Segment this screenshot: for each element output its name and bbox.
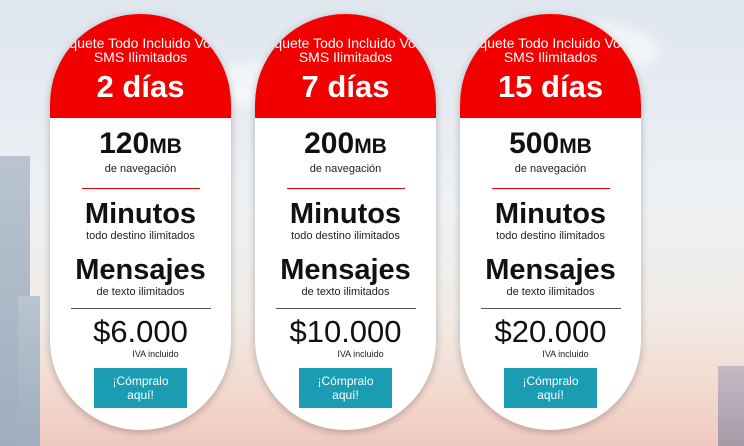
divider [491, 188, 610, 189]
divider [480, 308, 621, 309]
data-amount: 200 [304, 127, 355, 160]
tax-note: IVA incluido [337, 349, 384, 359]
messages-caption: de texto ilimitados [506, 286, 595, 298]
plan-duration: 7 días [301, 69, 390, 104]
plan-card-15-days: Paquete Todo Incluido Voz y SMS Ilimitad… [460, 14, 641, 430]
data-amount: 500 [509, 127, 560, 160]
buy-button[interactable]: ¡Cómpralo aquí! [504, 368, 597, 408]
messages-title: Mensajes [75, 254, 206, 286]
package-label: Paquete Todo Incluido Voz y SMS Ilimitad… [462, 35, 639, 65]
messages-caption: de texto ilimitados [96, 286, 185, 298]
plan-price: $10.000 [289, 314, 402, 349]
minutes-title: Minutos [84, 198, 197, 230]
tax-note: IVA incluido [542, 349, 589, 359]
messages-caption: de texto ilimitados [301, 286, 390, 298]
minutes-caption: todo destino ilimitados [291, 230, 400, 242]
data-caption: de navegación [309, 163, 382, 175]
background-building [18, 296, 40, 446]
data-unit: MB [149, 135, 182, 158]
data-caption: de navegación [104, 163, 177, 175]
data-caption: de navegación [514, 163, 587, 175]
minutes-title: Minutos [494, 198, 607, 230]
messages-title: Mensajes [485, 254, 616, 286]
data-allowance: 120MB [50, 128, 231, 163]
plan-duration: 15 días [497, 69, 604, 104]
data-allowance: 500MB [460, 128, 641, 163]
data-amount: 120 [99, 127, 150, 160]
messages-title: Mensajes [280, 254, 411, 286]
plan-price: $6.000 [93, 314, 188, 349]
minutes-title: Minutos [289, 198, 402, 230]
data-unit: MB [354, 135, 387, 158]
plan-card-2-days: Paquete Todo Incluido Voz y SMS Ilimitad… [50, 14, 231, 430]
divider [81, 188, 200, 189]
divider [286, 188, 405, 189]
buy-button[interactable]: ¡Cómpralo aquí! [94, 368, 187, 408]
background-building [718, 366, 744, 446]
divider [70, 308, 211, 309]
package-label: Paquete Todo Incluido Voz y SMS Ilimitad… [52, 35, 229, 65]
data-allowance: 200MB [255, 128, 436, 163]
package-label: Paquete Todo Incluido Voz y SMS Ilimitad… [257, 35, 434, 65]
minutes-caption: todo destino ilimitados [86, 230, 195, 242]
plan-header: Paquete Todo Incluido Voz y SMS Ilimitad… [50, 14, 231, 118]
plan-price: $20.000 [494, 314, 607, 349]
plan-card-7-days: Paquete Todo Incluido Voz y SMS Ilimitad… [255, 14, 436, 430]
tax-note: IVA incluido [132, 349, 179, 359]
plan-duration: 2 días [96, 69, 185, 104]
divider [275, 308, 416, 309]
minutes-caption: todo destino ilimitados [496, 230, 605, 242]
data-unit: MB [559, 135, 592, 158]
plan-header: Paquete Todo Incluido Voz y SMS Ilimitad… [255, 14, 436, 118]
buy-button[interactable]: ¡Cómpralo aquí! [299, 368, 392, 408]
